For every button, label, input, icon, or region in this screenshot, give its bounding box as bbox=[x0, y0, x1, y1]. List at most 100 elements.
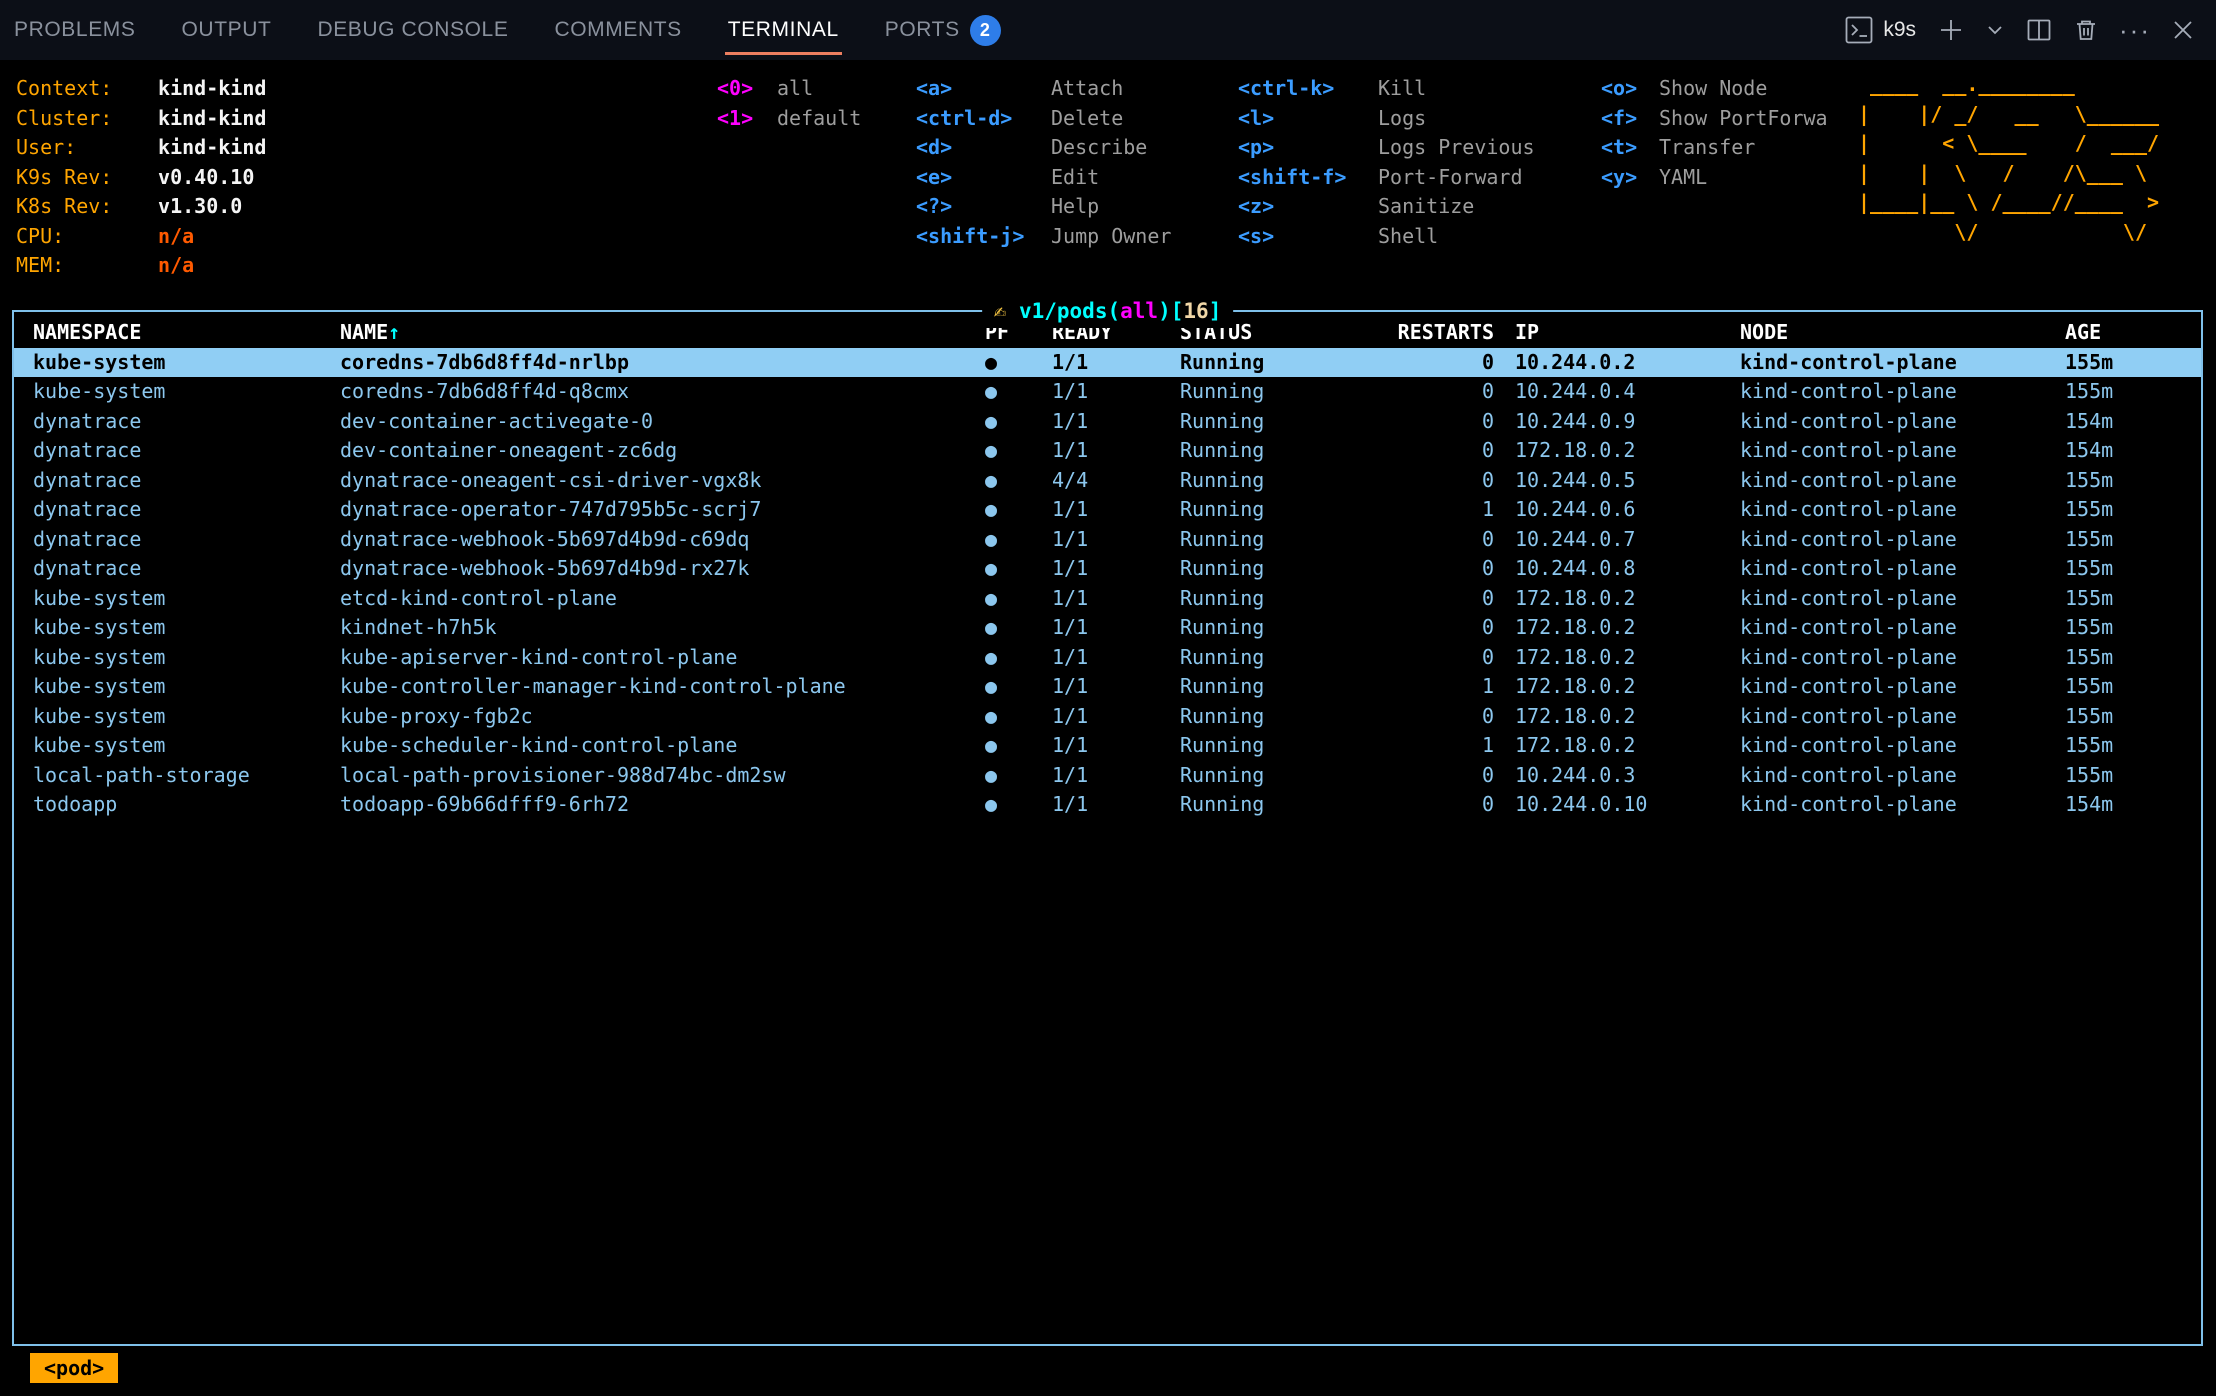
cell-restarts: 0 bbox=[1390, 466, 1500, 496]
cluster-info-value: kind-kind bbox=[158, 76, 266, 100]
cell-name: kube-controller-manager-kind-control-pla… bbox=[340, 672, 985, 702]
cell-status: Running bbox=[1180, 348, 1390, 378]
pod-row[interactable]: kube-system kube-apiserver-kind-control-… bbox=[14, 643, 2201, 673]
pod-row[interactable]: dynatrace dynatrace-oneagent-csi-driver-… bbox=[14, 466, 2201, 496]
launch-profile-chevron[interactable] bbox=[1982, 17, 2008, 43]
pod-row[interactable]: kube-system kube-scheduler-kind-control-… bbox=[14, 731, 2201, 761]
cell-name: kube-proxy-fgb2c bbox=[340, 702, 985, 732]
panel-tab[interactable]: DEBUG CONSOLE bbox=[317, 0, 508, 60]
split-terminal-button[interactable] bbox=[2023, 14, 2055, 46]
hotkey-label: Delete bbox=[1051, 104, 1123, 134]
pod-row[interactable]: todoapp todoapp-69b66dfff9-6rh72 ● 1/1 R… bbox=[14, 790, 2201, 820]
hotkey-key: <s> bbox=[1238, 222, 1378, 252]
pod-row[interactable]: dynatrace dynatrace-webhook-5b697d4b9d-c… bbox=[14, 525, 2201, 555]
more-actions-button[interactable]: ··· bbox=[2117, 13, 2153, 47]
cell-namespace: dynatrace bbox=[33, 525, 340, 555]
cell-name: kindnet-h7h5k bbox=[340, 613, 985, 643]
view-title-paren-open: ( bbox=[1107, 299, 1120, 323]
pod-row[interactable]: kube-system coredns-7db6d8ff4d-q8cmx ● 1… bbox=[14, 377, 2201, 407]
panel-tab-label: PROBLEMS bbox=[14, 18, 136, 42]
pf-indicator-icon: ● bbox=[985, 584, 1052, 614]
cell-namespace: kube-system bbox=[33, 702, 340, 732]
pod-row[interactable]: dynatrace dynatrace-webhook-5b697d4b9d-r… bbox=[14, 554, 2201, 584]
cell-restarts: 1 bbox=[1390, 731, 1500, 761]
pods-icon: ✍ bbox=[994, 299, 1007, 323]
hotkey-label: Describe bbox=[1051, 133, 1147, 163]
cell-age: 155m bbox=[2065, 377, 2201, 407]
panel-tab[interactable]: OUTPUT bbox=[182, 0, 272, 60]
terminal-session-selector[interactable]: k9s bbox=[1844, 15, 1916, 45]
cell-node: kind-control-plane bbox=[1740, 348, 2065, 378]
cell-age: 155m bbox=[2065, 702, 2201, 732]
hotkey-row: <1> default bbox=[717, 104, 861, 134]
cell-status: Running bbox=[1180, 436, 1390, 466]
hotkey-label: Logs bbox=[1378, 104, 1426, 134]
cell-restarts: 0 bbox=[1390, 613, 1500, 643]
cell-node: kind-control-plane bbox=[1740, 377, 2065, 407]
cluster-info-label: Context: bbox=[16, 74, 146, 104]
cluster-info: Context: kind-kind Cluster: kind-kind Us… bbox=[16, 74, 266, 281]
pod-row[interactable]: kube-system coredns-7db6d8ff4d-nrlbp ● 1… bbox=[14, 348, 2201, 378]
cell-ready: 4/4 bbox=[1052, 466, 1180, 496]
pod-row[interactable]: kube-system kindnet-h7h5k ● 1/1 Running … bbox=[14, 613, 2201, 643]
cell-node: kind-control-plane bbox=[1740, 731, 2065, 761]
hotkey-key: <0> bbox=[717, 74, 777, 104]
hotkey-label: Attach bbox=[1051, 74, 1123, 104]
hotkey-label: Transfer bbox=[1659, 133, 1755, 163]
cell-ready: 1/1 bbox=[1052, 613, 1180, 643]
cell-restarts: 1 bbox=[1390, 672, 1500, 702]
panel-tab[interactable]: TERMINAL bbox=[728, 0, 839, 60]
panel-tab[interactable]: PORTS 2 bbox=[885, 0, 1001, 60]
cluster-info-label: Cluster: bbox=[16, 104, 146, 134]
kill-terminal-button[interactable] bbox=[2070, 14, 2102, 46]
view-title-paren-close: ) bbox=[1158, 299, 1171, 323]
terminal-session-label: k9s bbox=[1883, 18, 1916, 42]
cluster-info-row: K9s Rev: v0.40.10 bbox=[16, 163, 266, 193]
hotkey-label: Help bbox=[1051, 192, 1099, 222]
pod-row[interactable]: kube-system etcd-kind-control-plane ● 1/… bbox=[14, 584, 2201, 614]
hotkey-key: <shift-f> bbox=[1238, 163, 1378, 193]
cell-node: kind-control-plane bbox=[1740, 495, 2065, 525]
pf-indicator-icon: ● bbox=[985, 495, 1052, 525]
cell-node: kind-control-plane bbox=[1740, 672, 2065, 702]
hotkey-key: <ctrl-d> bbox=[916, 104, 1051, 134]
cell-name: dev-container-activegate-0 bbox=[340, 407, 985, 437]
k9s-ascii-logo: ____ __.________ | |/ _/ __ \______ | < … bbox=[1858, 70, 2159, 247]
pod-row[interactable]: local-path-storage local-path-provisione… bbox=[14, 761, 2201, 791]
header-ip: IP bbox=[1500, 318, 1740, 348]
hotkey-row: <t> Transfer bbox=[1601, 133, 1856, 163]
pod-row[interactable]: dynatrace dynatrace-operator-747d795b5c-… bbox=[14, 495, 2201, 525]
new-terminal-button[interactable] bbox=[1935, 14, 1967, 46]
hotkey-label: Jump Owner bbox=[1051, 222, 1171, 252]
pf-indicator-icon: ● bbox=[985, 790, 1052, 820]
cell-node: kind-control-plane bbox=[1740, 761, 2065, 791]
cell-status: Running bbox=[1180, 672, 1390, 702]
panel-tab[interactable]: COMMENTS bbox=[554, 0, 681, 60]
pod-row[interactable]: kube-system kube-controller-manager-kind… bbox=[14, 672, 2201, 702]
pod-row[interactable]: dynatrace dev-container-oneagent-zc6dg ●… bbox=[14, 436, 2201, 466]
hotkey-key: <t> bbox=[1601, 133, 1659, 163]
view-title-bracket-open: [ bbox=[1171, 299, 1184, 323]
pod-row[interactable]: dynatrace dev-container-activegate-0 ● 1… bbox=[14, 407, 2201, 437]
header-name-label: NAME bbox=[340, 320, 388, 344]
close-panel-button[interactable] bbox=[2168, 15, 2198, 45]
cluster-info-row: MEM: n/a bbox=[16, 251, 266, 281]
terminal-actions: k9s ··· bbox=[1844, 13, 2198, 47]
cell-ip: 10.244.0.8 bbox=[1500, 554, 1740, 584]
hotkey-key: <o> bbox=[1601, 74, 1659, 104]
cell-name: dynatrace-webhook-5b697d4b9d-c69dq bbox=[340, 525, 985, 555]
hotkey-row: <a> Attach bbox=[916, 74, 1171, 104]
cell-namespace: kube-system bbox=[33, 348, 340, 378]
breadcrumb-pod[interactable]: <pod> bbox=[30, 1353, 118, 1383]
cell-namespace: dynatrace bbox=[33, 436, 340, 466]
cell-ready: 1/1 bbox=[1052, 672, 1180, 702]
cluster-info-value: v0.40.10 bbox=[158, 165, 254, 189]
panel-tab[interactable]: PROBLEMS bbox=[14, 0, 136, 60]
hotkey-label: YAML bbox=[1659, 163, 1707, 193]
hotkey-row: <0> all bbox=[717, 74, 861, 104]
pod-row[interactable]: kube-system kube-proxy-fgb2c ● 1/1 Runni… bbox=[14, 702, 2201, 732]
cell-status: Running bbox=[1180, 643, 1390, 673]
cell-namespace: kube-system bbox=[33, 731, 340, 761]
hotkey-label: Shell bbox=[1378, 222, 1438, 252]
pf-indicator-icon: ● bbox=[985, 702, 1052, 732]
